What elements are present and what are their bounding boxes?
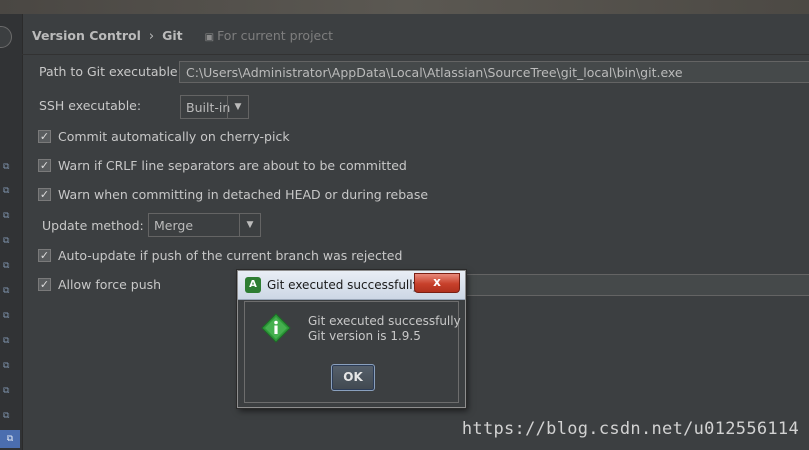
update-method-dropdown[interactable]: Merge ▼ — [148, 213, 261, 237]
breadcrumb: Version Control › Git ▣ For current project — [32, 28, 333, 44]
checkbox-label: Auto-update if push of the current branc… — [58, 248, 403, 263]
chevron-down-icon: ▼ — [239, 214, 260, 236]
tree-item-icon[interactable]: ⧉ — [3, 211, 13, 221]
chevron-down-icon: ▼ — [227, 96, 248, 118]
ok-button[interactable]: OK — [331, 364, 375, 391]
tree-item-icon[interactable]: ⧉ — [3, 286, 13, 296]
checkbox-label: Allow force push — [58, 277, 162, 292]
checkbox-label: Commit automatically on cherry-pick — [58, 129, 290, 144]
search-field-edge[interactable] — [0, 26, 12, 48]
git-path-label: Path to Git executable: — [39, 64, 182, 79]
tree-item-icon[interactable]: ⧉ — [3, 336, 13, 346]
git-path-value: C:\Users\Administrator\AppData\Local\Atl… — [186, 65, 683, 80]
dialog-title: Git executed successfully — [267, 278, 420, 292]
breadcrumb-separator: › — [148, 29, 155, 44]
tree-item-icon[interactable]: ⧉ — [3, 411, 13, 421]
android-studio-icon: A — [245, 277, 261, 293]
info-icon — [261, 313, 291, 343]
dialog-message-line: Git executed successfully — [308, 314, 461, 328]
checkbox-label: Warn when committing in detached HEAD or… — [58, 187, 429, 202]
dialog-message-line: Git version is 1.9.5 — [308, 329, 421, 343]
dialog-titlebar[interactable]: A Git executed successfully x — [238, 271, 465, 300]
tree-item-icon[interactable]: ⧉ — [3, 186, 13, 196]
checkbox-allow-force-push[interactable]: ✓ — [38, 278, 51, 291]
breadcrumb-version-control[interactable]: Version Control — [32, 28, 141, 43]
breadcrumb-git: Git — [162, 28, 183, 43]
tree-item-icon[interactable]: ⧉ — [3, 162, 13, 172]
ssh-executable-value: Built-in — [186, 100, 231, 115]
tree-item-git-selected[interactable]: ⧉ — [0, 430, 20, 448]
tree-item-icon[interactable]: ⧉ — [3, 386, 13, 396]
window-backdrop — [0, 0, 809, 14]
tree-item-icon[interactable]: ⧉ — [3, 311, 13, 321]
close-icon: x — [433, 275, 441, 289]
tree-item-icon[interactable]: ⧉ — [3, 361, 13, 371]
checkbox-warn-crlf[interactable]: ✓ — [38, 159, 51, 172]
checkbox-warn-detached-head[interactable]: ✓ — [38, 188, 51, 201]
git-path-field[interactable]: C:\Users\Administrator\AppData\Local\Atl… — [179, 61, 809, 83]
ssh-executable-dropdown[interactable]: Built-in ▼ — [180, 95, 249, 119]
header-divider — [22, 54, 809, 55]
update-method-label: Update method: — [42, 218, 144, 233]
tree-item-icon[interactable]: ⧉ — [3, 236, 13, 246]
git-success-dialog: A Git executed successfully x Git execut… — [237, 270, 466, 408]
project-scope-icon: ▣ — [204, 32, 215, 43]
settings-tree-panel: ⧉ ⧉ ⧉ ⧉ ⧉ ⧉ ⧉ ⧉ ⧉ ⧉ ⧉ ⧉ — [0, 14, 23, 450]
project-scope-label: For current project — [217, 28, 334, 43]
checkbox-commit-cherry-pick[interactable]: ✓ — [38, 130, 51, 143]
watermark-url: https://blog.csdn.net/u012556114 — [461, 419, 799, 439]
dialog-body: Git executed successfully Git version is… — [244, 301, 461, 403]
close-button[interactable]: x — [414, 273, 460, 293]
ssh-executable-label: SSH executable: — [39, 98, 142, 113]
update-method-value: Merge — [154, 218, 194, 233]
background-field — [462, 274, 809, 296]
checkbox-auto-update[interactable]: ✓ — [38, 249, 51, 262]
checkbox-label: Warn if CRLF line separators are about t… — [58, 158, 407, 173]
dialog-message: Git executed successfully Git version is… — [308, 314, 461, 344]
tree-item-icon[interactable]: ⧉ — [3, 261, 13, 271]
